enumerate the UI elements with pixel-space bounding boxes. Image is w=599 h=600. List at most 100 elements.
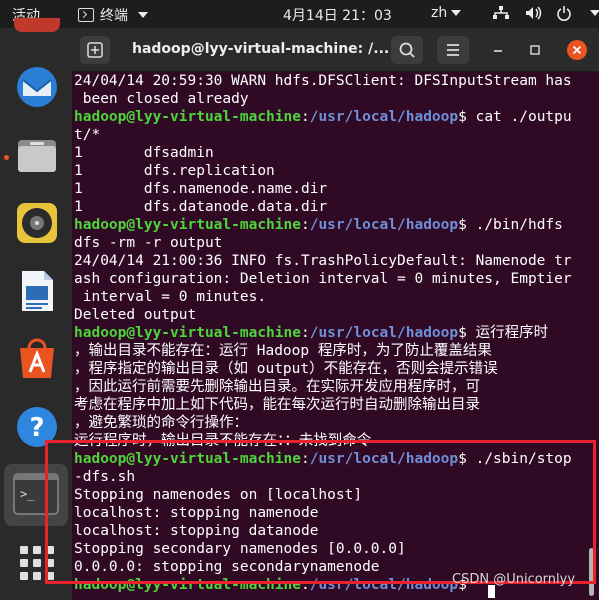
terminal-text: localhost: stopping namenode (74, 505, 319, 521)
terminal-line: 运行程序时，输出目录不能存在：：未找到命令 (74, 432, 587, 450)
input-method-label: zh (431, 5, 448, 21)
prompt-path: /usr/local/hadoop (309, 325, 459, 341)
terminal-line: ，输出目录不能存在：运行 Hadoop 程序时，为了防止覆盖结果 (74, 342, 587, 360)
terminal-icon (78, 8, 94, 22)
terminal-output[interactable]: 24/04/14 20:59:30 WARN hdfs.DFSClient: D… (72, 72, 587, 600)
terminal-line: Stopping secondary namenodes [0.0.0.0] (74, 540, 587, 558)
close-button[interactable] (567, 40, 587, 60)
terminal-line: ash configuration: Deletion interval = 0… (74, 270, 587, 288)
libreoffice-writer-icon[interactable] (14, 268, 60, 314)
terminal-line: ，避免繁琐的命令行操作： (74, 414, 587, 432)
prompt-user: hadoop@lyy-virtual-machine (74, 577, 301, 593)
title-bar[interactable]: hadoop@lyy-virtual-machine: /... (72, 28, 599, 72)
chevron-down-icon (138, 12, 148, 18)
thunderbird-icon[interactable] (14, 64, 60, 110)
terminal-line: Stopping namenodes on [localhost] (74, 486, 587, 504)
terminal-text: interval = 0 minutes. (74, 289, 267, 305)
prompt-user: hadoop@lyy-virtual-machine (74, 109, 301, 125)
prompt-path: /usr/local/hadoop (309, 577, 459, 593)
terminal-text: : (300, 451, 310, 467)
new-tab-button[interactable] (80, 36, 110, 64)
terminal-text: -dfs.sh (74, 469, 136, 485)
hamburger-menu-button[interactable] (437, 36, 469, 64)
app-menu-label: 终端 (100, 8, 128, 24)
terminal-line: interval = 0 minutes. (74, 288, 587, 306)
terminal-text: $ ./sbin/stop (458, 451, 572, 467)
terminal-text: : (300, 577, 310, 593)
terminal-text: : (300, 109, 310, 125)
minimize-icon (494, 50, 502, 52)
terminal-line: 1 dfs.namenode.name.dir (74, 180, 587, 198)
terminal-text: dfs -rm -r output (74, 235, 223, 251)
terminal-line: hadoop@lyy-virtual-machine:/usr/local/ha… (74, 450, 587, 468)
terminal-text: 24/04/14 21:00:36 INFO fs.TrashPolicyDef… (74, 253, 572, 269)
terminal-dock-active[interactable]: >_ (4, 464, 68, 526)
show-apps-icon[interactable] (14, 540, 60, 586)
app-menu-button[interactable]: 终端 (78, 5, 148, 25)
terminal-text: 1 dfs.namenode.name.dir (74, 181, 328, 197)
prompt-user: hadoop@lyy-virtual-machine (74, 217, 301, 233)
terminal-line: 1 dfs.replication (74, 162, 587, 180)
terminal-text: 考虑在程序中加上如下代码，能在每次运行时自动删除输出目录 (74, 397, 480, 413)
chevron-down-icon (451, 10, 462, 16)
terminal-text: Deleted output (74, 307, 197, 323)
ubuntu-software-icon[interactable] (14, 336, 60, 382)
help-icon[interactable]: ? (14, 404, 60, 450)
terminal-text: been closed already (74, 91, 249, 107)
terminal-text: ，程序指定的输出目录（如 output）不能存在，否则会提示错误 (74, 361, 498, 377)
search-button[interactable] (391, 36, 423, 64)
prompt-user: hadoop@lyy-virtual-machine (74, 325, 301, 341)
files-icon[interactable] (14, 132, 60, 178)
terminal-line: -dfs.sh (74, 468, 587, 486)
terminal-line: 1 dfs.datanode.data.dir (74, 198, 587, 216)
window-title: hadoop@lyy-virtual-machine: /... (132, 41, 390, 57)
input-method-indicator[interactable]: zh (431, 5, 462, 21)
terminal-text: $ ./bin/hdfs (458, 217, 563, 233)
terminal-window: hadoop@lyy-virtual-machine: /... 24/04/1… (72, 28, 599, 600)
top-bar: 活动 终端 4月14日 21：03 zh (0, 0, 599, 28)
prompt-path: /usr/local/hadoop (309, 217, 459, 233)
terminal-text: $ 运行程序时 (458, 325, 549, 341)
maximize-icon (530, 45, 540, 55)
prompt-user: hadoop@lyy-virtual-machine (74, 451, 301, 467)
terminal-line: 24/04/14 21:00:36 INFO fs.TrashPolicyDef… (74, 252, 587, 270)
terminal-text: $ cat ./outpu (458, 109, 572, 125)
hamburger-icon (447, 44, 459, 56)
scrollbar[interactable] (589, 548, 594, 596)
dock: ? >_ (0, 18, 72, 600)
terminal-line: localhost: stopping datanode (74, 522, 587, 540)
terminal-line: dfs -rm -r output (74, 234, 587, 252)
terminal-text: Stopping namenodes on [localhost] (74, 487, 363, 503)
text-cursor (488, 585, 495, 598)
terminal-text: ，避免繁琐的命令行操作： (74, 415, 248, 431)
rhythmbox-icon[interactable] (14, 200, 60, 246)
svg-text:?: ? (29, 413, 44, 443)
partial-app-icon[interactable] (14, 18, 60, 32)
terminal-text: 运行程序时，输出目录不能存在：：未找到命令 (74, 433, 372, 449)
terminal-line: localhost: stopping namenode (74, 504, 587, 522)
watermark: CSDN @Unicornlyy (452, 572, 576, 587)
terminal-line: ，程序指定的输出目录（如 output）不能存在，否则会提示错误 (74, 360, 587, 378)
terminal-text: : (300, 217, 310, 233)
terminal-line: hadoop@lyy-virtual-machine:/usr/local/ha… (74, 324, 587, 342)
terminal-text: 1 dfs.datanode.data.dir (74, 199, 328, 215)
power-icon (557, 6, 571, 21)
terminal-line: been closed already (74, 90, 587, 108)
terminal-text: 0.0.0.0: stopping secondarynamenode (74, 559, 380, 575)
terminal-line: 1 dfsadmin (74, 144, 587, 162)
svg-text:>_: >_ (20, 487, 35, 501)
system-menu[interactable] (492, 5, 599, 21)
terminal-text: Stopping secondary namenodes [0.0.0.0] (74, 541, 406, 557)
volume-icon (526, 6, 542, 20)
running-indicator (4, 155, 9, 160)
terminal-text: ，因此运行前需要先删除输出目录。在实际开发应用程序时，可 (74, 379, 480, 395)
terminal-line: t/* (74, 126, 587, 144)
search-icon (399, 42, 415, 58)
maximize-button[interactable] (527, 42, 543, 58)
minimize-button[interactable] (490, 42, 506, 58)
clock[interactable]: 4月14日 21：03 (283, 5, 392, 25)
terminal-text: t/* (74, 127, 101, 143)
terminal-line: Deleted output (74, 306, 587, 324)
terminal-line: ，因此运行前需要先删除输出目录。在实际开发应用程序时，可 (74, 378, 587, 396)
terminal-text: 1 dfsadmin (74, 145, 214, 161)
